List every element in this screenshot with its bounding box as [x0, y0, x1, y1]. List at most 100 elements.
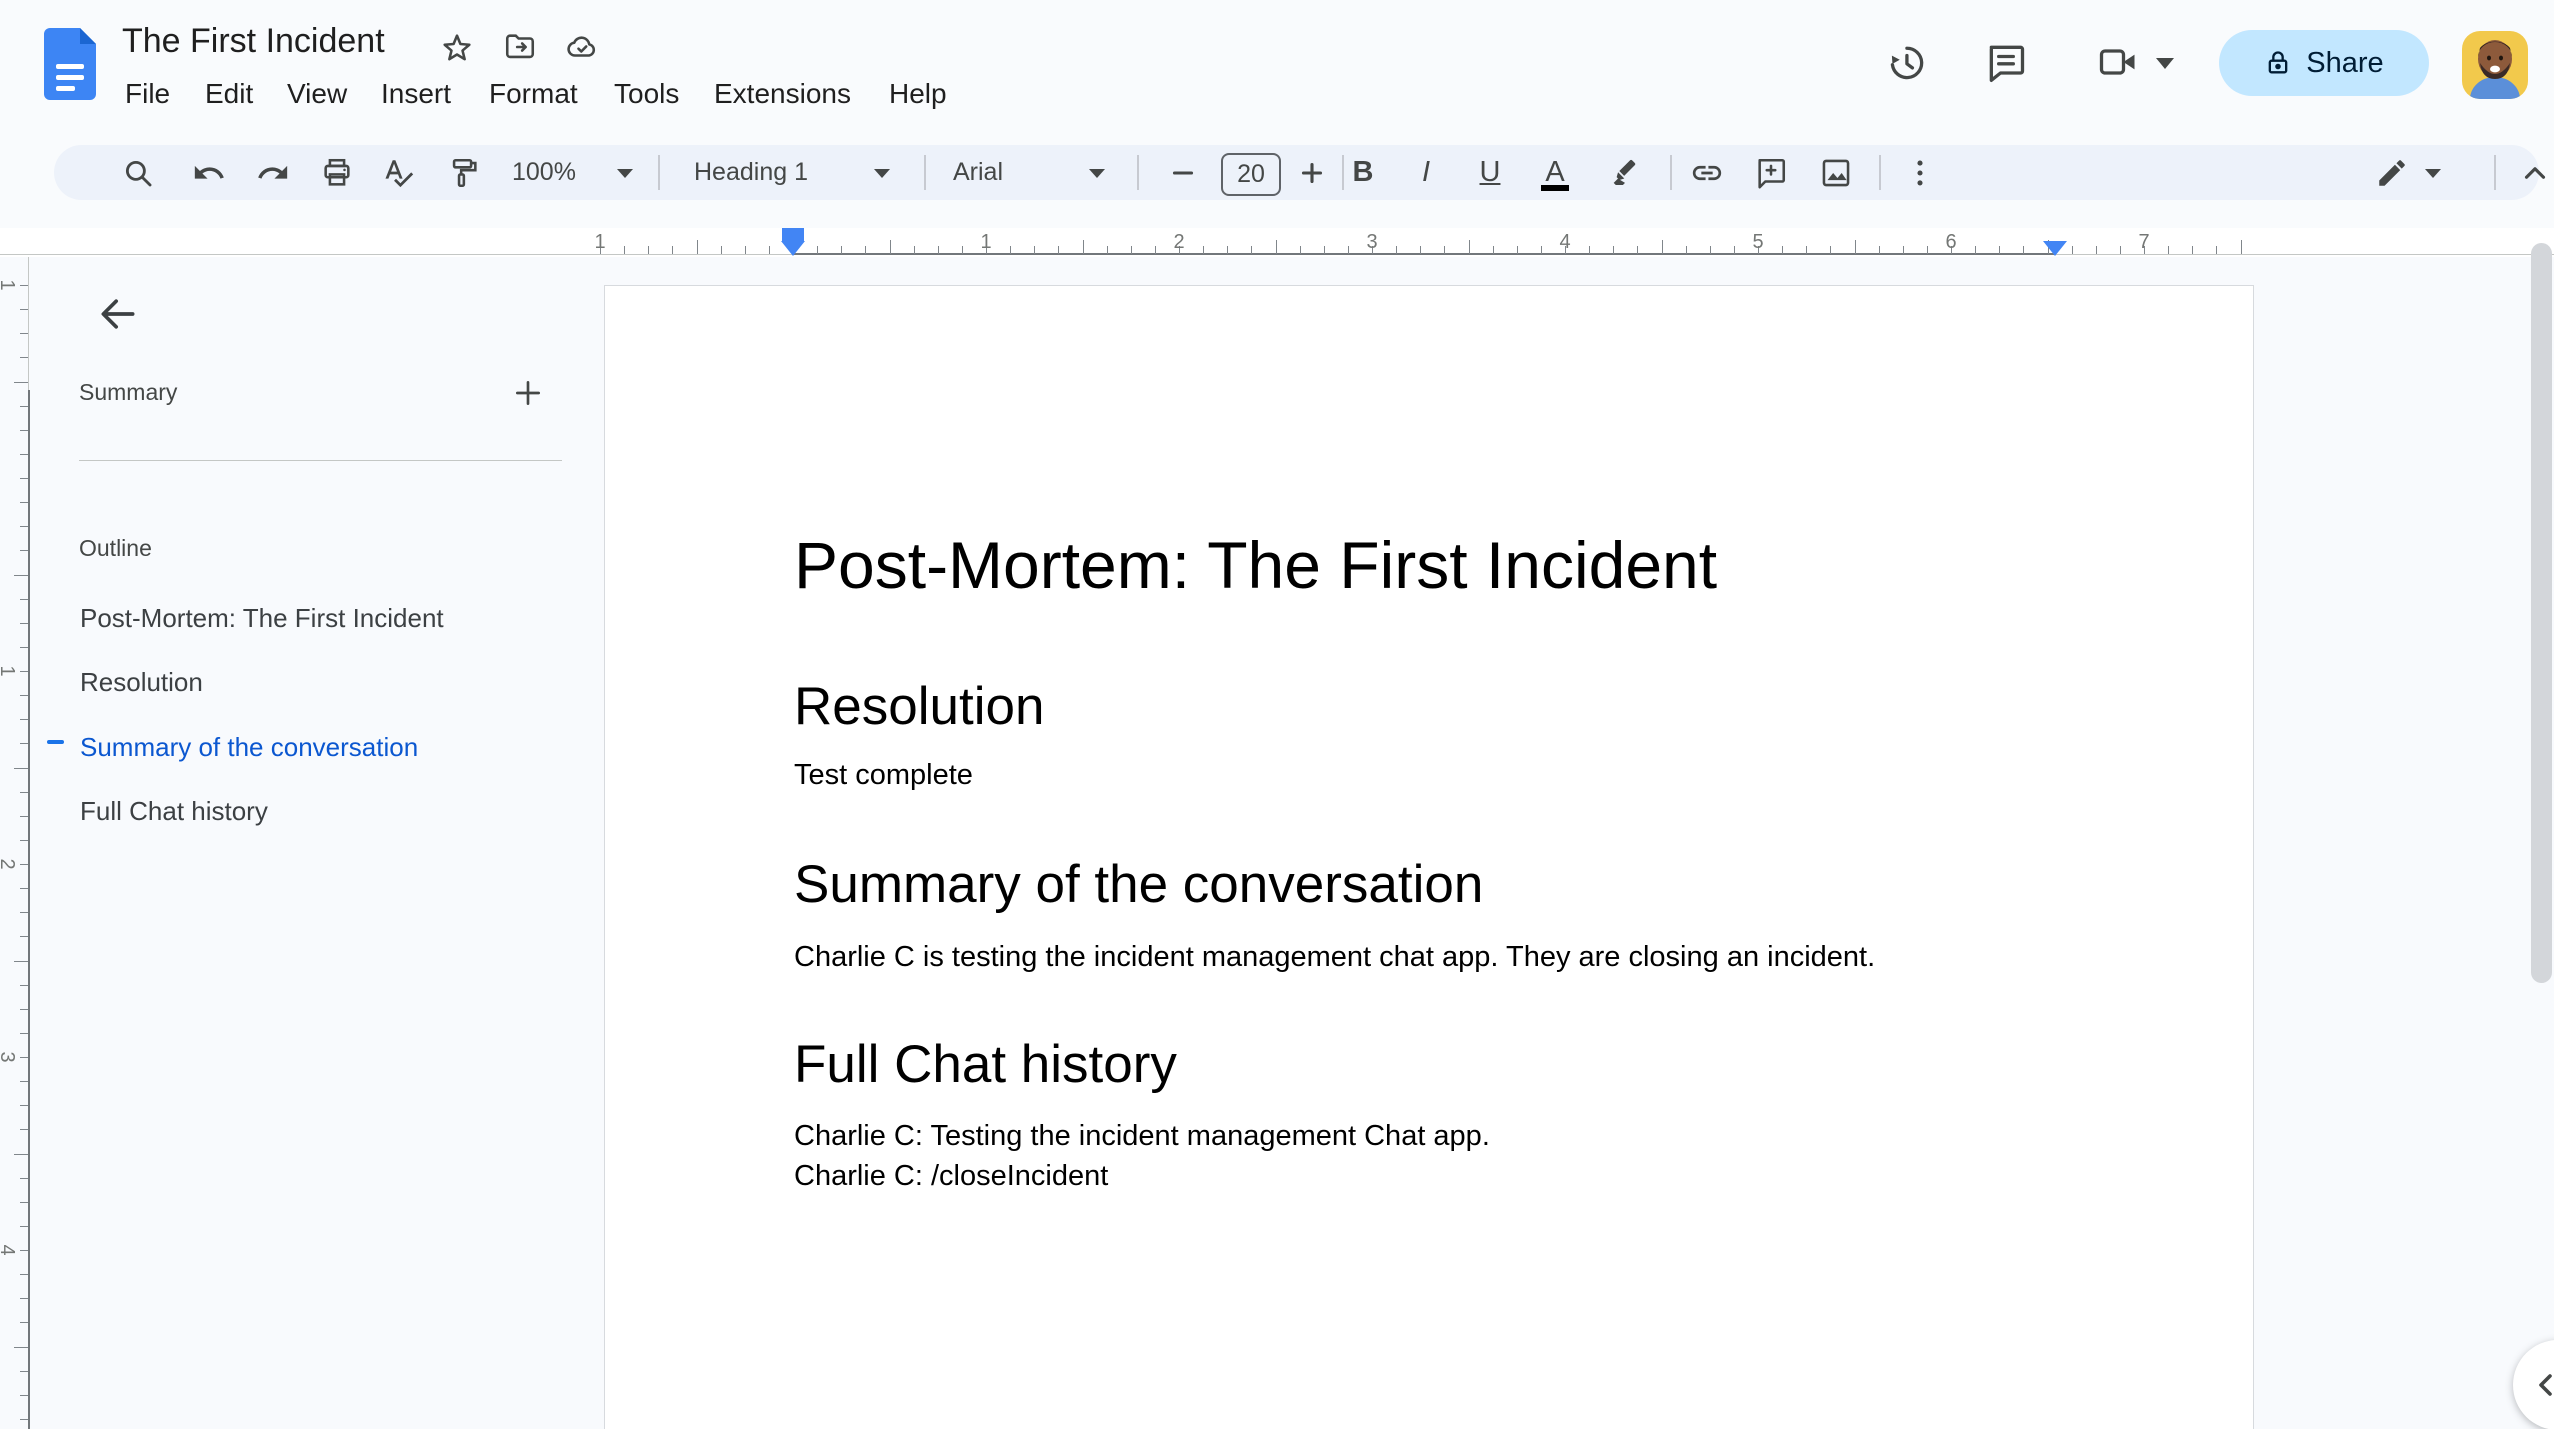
ruler-tick	[744, 246, 746, 254]
paragraph-style-caret-icon[interactable]	[874, 169, 890, 178]
move-folder-icon[interactable]	[503, 30, 537, 64]
insert-link-icon[interactable]	[1690, 156, 1724, 190]
underline-button[interactable]: U	[1473, 145, 1507, 200]
document-page[interactable]: Post-Mortem: The First Incident Resoluti…	[604, 285, 2254, 1429]
cloud-saved-icon[interactable]	[565, 30, 599, 64]
ruler-tick	[20, 357, 28, 359]
menu-extensions[interactable]: Extensions	[714, 76, 851, 112]
ruler-tick	[1540, 246, 1542, 254]
left-indent-marker[interactable]	[781, 241, 805, 256]
star-icon[interactable]	[440, 30, 474, 64]
text-color-swatch	[1541, 185, 1569, 191]
outline-item-active[interactable]: Summary of the conversation	[80, 725, 560, 769]
ruler-axis-light	[28, 257, 29, 390]
first-line-indent-marker[interactable]	[782, 228, 804, 241]
outline-item[interactable]: Full Chat history	[80, 789, 560, 833]
version-history-icon[interactable]	[1884, 40, 1928, 84]
paint-format-icon[interactable]	[447, 156, 481, 190]
horizontal-ruler[interactable]: 1 1 2 3 4 5 6 7	[0, 228, 2554, 257]
ruler-tick	[1444, 246, 1446, 254]
menu-help[interactable]: Help	[889, 76, 947, 112]
increase-font-size-icon[interactable]	[1295, 156, 1329, 190]
right-indent-marker[interactable]	[2043, 241, 2067, 256]
toolbar-divider	[1670, 155, 1672, 190]
ruler-tick	[2240, 240, 2242, 254]
ruler-tick	[1806, 246, 1808, 254]
show-side-panel-button[interactable]	[2513, 1340, 2554, 1429]
font-family-caret-icon[interactable]	[1089, 169, 1105, 178]
paragraph-style-select[interactable]: Heading 1	[694, 145, 808, 200]
ruler-tick	[1492, 246, 1494, 254]
undo-icon[interactable]	[192, 156, 226, 190]
ruler-tick	[20, 1250, 28, 1251]
panel-divider	[79, 460, 562, 461]
ruler-tick	[913, 246, 915, 254]
menu-file[interactable]: File	[125, 76, 170, 112]
ruler-tick	[20, 743, 28, 745]
doc-heading-summary[interactable]: Summary of the conversation	[794, 854, 1483, 915]
vertical-scrollbar[interactable]	[2531, 243, 2552, 983]
editing-mode-caret-icon[interactable]	[2425, 169, 2441, 178]
ruler-tick	[865, 246, 867, 254]
ruler-tick	[20, 888, 28, 890]
collapse-toolbar-icon[interactable]	[2518, 156, 2552, 190]
ruler-tick	[20, 598, 28, 600]
ruler-tick	[2023, 246, 2025, 254]
ruler-tick	[20, 695, 28, 697]
more-options-icon[interactable]	[1903, 156, 1937, 190]
editing-mode-pencil-icon[interactable]	[2375, 156, 2409, 190]
ruler-tick	[20, 839, 28, 841]
highlight-color-icon[interactable]	[1608, 156, 1642, 190]
ruler-tick	[20, 864, 28, 865]
ruler-tick	[696, 240, 698, 254]
zoom-caret-icon[interactable]	[617, 169, 633, 178]
doc-paragraph[interactable]: Charlie C: Testing the incident manageme…	[794, 1120, 1490, 1153]
outline-item[interactable]: Resolution	[80, 660, 560, 704]
outline-item[interactable]: Post-Mortem: The First Incident	[80, 596, 560, 640]
menu-edit[interactable]: Edit	[205, 76, 253, 112]
doc-paragraph[interactable]: Charlie C: /closeIncident	[794, 1160, 1108, 1193]
decrease-font-size-icon[interactable]	[1166, 156, 1200, 190]
font-size-input[interactable]: 20	[1221, 153, 1281, 196]
ruler-tick	[1782, 246, 1784, 254]
comments-icon[interactable]	[1984, 40, 2028, 84]
bold-button[interactable]: B	[1346, 145, 1380, 200]
add-comment-icon[interactable]	[1754, 156, 1788, 190]
share-button[interactable]: Share	[2219, 30, 2429, 96]
ruler-tick	[1130, 246, 1132, 254]
menu-tools[interactable]: Tools	[614, 76, 679, 112]
close-outline-arrow-icon[interactable]	[96, 292, 140, 336]
ruler-tick	[20, 309, 28, 311]
ruler-tick	[1733, 246, 1735, 254]
meet-video-icon[interactable]	[2096, 40, 2140, 84]
print-icon[interactable]	[320, 156, 354, 190]
document-title[interactable]: The First Incident	[122, 22, 385, 61]
doc-paragraph[interactable]: Test complete	[794, 759, 973, 792]
spellcheck-icon[interactable]	[382, 156, 416, 190]
menu-view[interactable]: View	[287, 76, 347, 112]
ruler-number: 1	[980, 231, 992, 253]
menu-insert[interactable]: Insert	[381, 76, 451, 112]
doc-paragraph[interactable]: Charlie C is testing the incident manage…	[794, 941, 1875, 974]
text-color-button[interactable]: A	[1538, 145, 1572, 200]
lock-icon	[2268, 51, 2288, 74]
zoom-select[interactable]: 100%	[512, 145, 576, 200]
search-icon[interactable]	[121, 156, 155, 190]
ruler-tick	[2216, 246, 2218, 254]
ruler-tick	[20, 1322, 28, 1324]
font-family-select[interactable]: Arial	[953, 145, 1003, 200]
doc-heading-chat-history[interactable]: Full Chat history	[794, 1034, 1177, 1095]
meet-dropdown-caret-icon[interactable]	[2156, 58, 2174, 69]
redo-icon[interactable]	[256, 156, 290, 190]
ruler-tick	[1516, 246, 1518, 254]
doc-heading-title[interactable]: Post-Mortem: The First Incident	[794, 527, 1717, 603]
ruler-number: 1	[0, 279, 18, 290]
insert-image-icon[interactable]	[1819, 156, 1853, 190]
ruler-number: 2	[1173, 231, 1185, 253]
ruler-tick	[1058, 246, 1060, 254]
italic-button[interactable]: I	[1409, 145, 1443, 200]
doc-heading-resolution[interactable]: Resolution	[794, 676, 1044, 737]
add-summary-icon[interactable]	[512, 377, 544, 409]
user-avatar[interactable]	[2452, 31, 2538, 99]
menu-format[interactable]: Format	[489, 76, 578, 112]
